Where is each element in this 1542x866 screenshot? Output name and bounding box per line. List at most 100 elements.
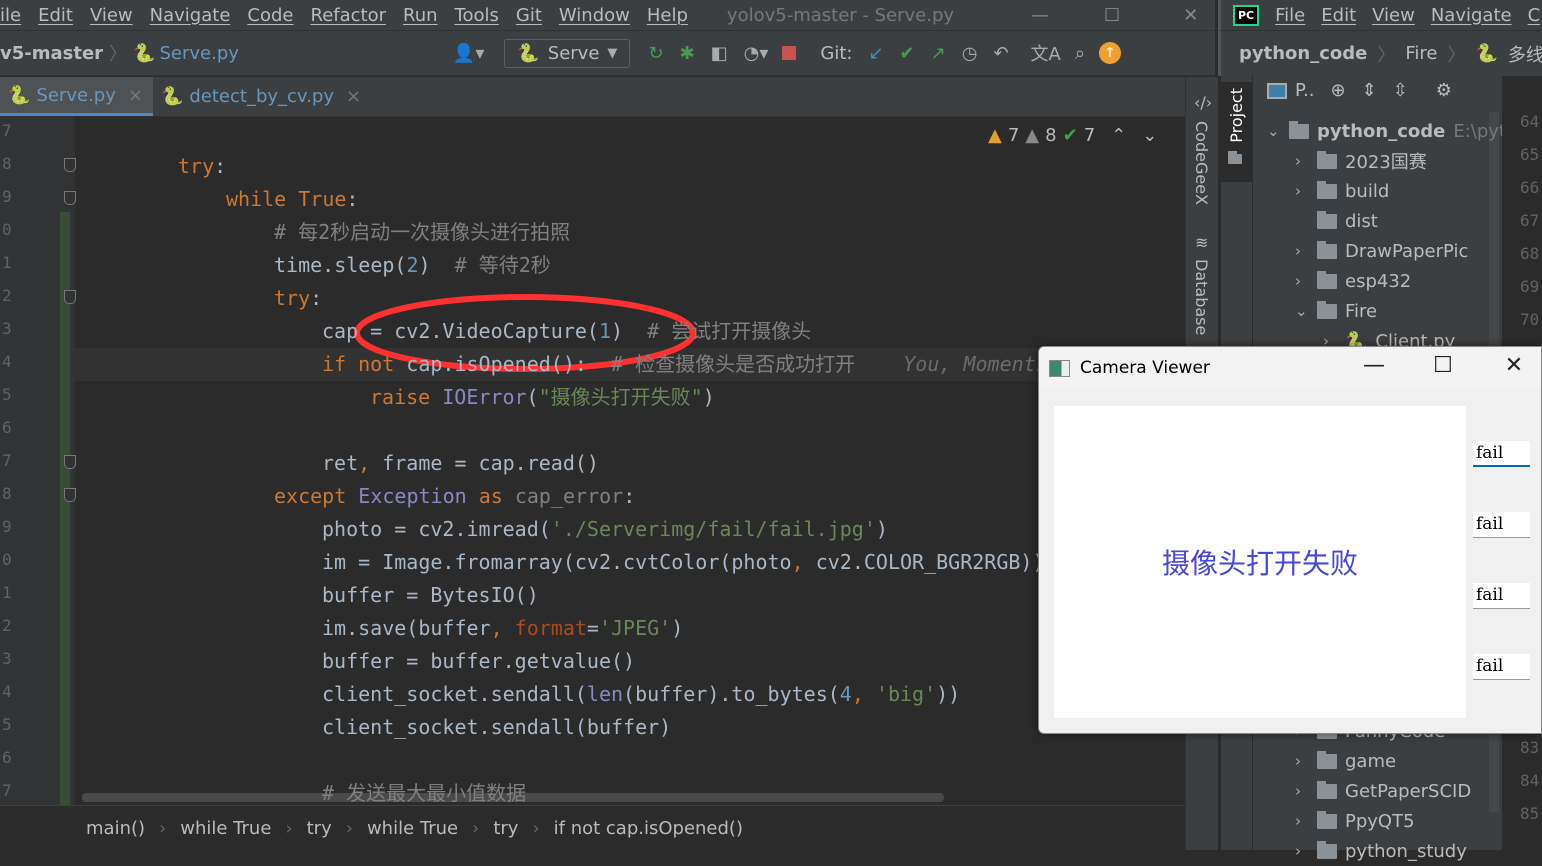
tree-item[interactable]: › build xyxy=(1295,176,1389,206)
rollback-icon[interactable]: ↶ xyxy=(993,43,1008,64)
breadcrumb-folder[interactable]: Fire xyxy=(1405,43,1437,64)
maximize-button[interactable]: ☐ xyxy=(1423,353,1463,383)
git-commit-icon[interactable]: ✔ xyxy=(900,43,915,64)
result-field-4[interactable]: fail xyxy=(1473,654,1530,680)
tab-Serve-py[interactable]: 🐍 Serve.py × xyxy=(0,77,153,116)
menu-item-edit[interactable]: Edit xyxy=(1321,5,1356,26)
app-icon xyxy=(1049,359,1070,377)
menu-item-git[interactable]: Git xyxy=(516,5,542,26)
menu-item-tools[interactable]: Tools xyxy=(455,5,499,26)
settings-icon[interactable]: ⚙ xyxy=(1436,80,1452,101)
tree-item[interactable]: ⌄ Fire xyxy=(1295,296,1377,326)
user-icon[interactable]: 👤▾ xyxy=(453,43,484,64)
close-button[interactable]: ✕ xyxy=(1494,353,1534,383)
close-tab-icon[interactable]: × xyxy=(346,86,361,107)
chevron-right-icon[interactable]: › xyxy=(1295,782,1309,800)
stop-icon[interactable] xyxy=(782,46,797,60)
chevron-down-icon[interactable]: ⌄ xyxy=(1267,122,1281,140)
menu-item-edit[interactable]: Edit xyxy=(38,5,73,26)
window-title-bar[interactable]: Camera Viewer xyxy=(1039,347,1541,389)
chevron-right-icon[interactable]: › xyxy=(1295,152,1309,170)
code-line: except Exception as cap_error: xyxy=(274,480,635,513)
next-highlight-icon[interactable]: ⌄ xyxy=(1142,125,1157,146)
result-field-2[interactable]: fail xyxy=(1473,512,1530,538)
menu-item-ile[interactable]: ile xyxy=(0,5,21,26)
breadcrumb-item[interactable]: try xyxy=(493,818,518,839)
inspection-widget[interactable]: ▲ 7 ▲ 8 ✔ 7 ⌃ ⌄ xyxy=(988,125,1157,146)
database-tool-button[interactable]: Database xyxy=(1192,259,1211,335)
breadcrumb-item[interactable]: main() xyxy=(86,818,145,839)
breadcrumb-file[interactable]: Serve.py xyxy=(159,43,238,64)
tree-item[interactable]: dist xyxy=(1295,206,1378,236)
database-icon[interactable]: ≋ xyxy=(1195,233,1208,252)
project-tool-button[interactable]: Project xyxy=(1227,88,1246,143)
coverage-icon[interactable]: ◧ xyxy=(711,43,728,64)
menu-item-window[interactable]: Window xyxy=(559,5,630,26)
tab-detect_by_cv-py[interactable]: 🐍 detect_by_cv.py × xyxy=(153,77,371,116)
breadcrumb-project[interactable]: v5-master xyxy=(0,43,103,64)
breadcrumb-item[interactable]: while True xyxy=(180,818,271,839)
history-icon[interactable]: ◷ xyxy=(962,43,978,64)
chevron-right-icon[interactable]: › xyxy=(1295,272,1309,290)
chevron-right-icon[interactable]: › xyxy=(1295,242,1309,260)
code-token: except xyxy=(274,484,359,508)
code-line: photo = cv2.imread('./Serverimg/fail/fai… xyxy=(322,513,888,546)
profile-icon[interactable]: ◔▾ xyxy=(744,43,769,64)
result-field-1[interactable]: fail xyxy=(1473,441,1530,467)
chevron-right-icon[interactable]: › xyxy=(1295,812,1309,830)
search-icon[interactable]: ⌕ xyxy=(1075,43,1085,64)
close-icon[interactable]: ✕ xyxy=(1183,5,1198,26)
code-token: 2 xyxy=(406,253,419,277)
menu-item-code[interactable]: Code xyxy=(247,5,293,26)
tree-item[interactable]: › 2023国赛 xyxy=(1295,146,1427,176)
rerun-icon[interactable]: ↻ xyxy=(648,43,663,64)
menu-item-refactor[interactable]: Refactor xyxy=(311,5,387,26)
menu-item-view[interactable]: View xyxy=(90,5,133,26)
collapse-all-icon[interactable]: ⇳ xyxy=(1393,80,1408,101)
code-token: , xyxy=(791,550,816,574)
translate-icon[interactable]: 文A xyxy=(1031,40,1061,66)
chevron-right-icon[interactable]: › xyxy=(1295,752,1309,770)
menu-item-run[interactable]: Run xyxy=(403,5,438,26)
breadcrumb-item[interactable]: try xyxy=(307,818,332,839)
menu-item-help[interactable]: Help xyxy=(647,5,688,26)
run-config-selector[interactable]: 🐍 Serve ▼ xyxy=(504,38,631,68)
line-number: 69 xyxy=(1520,277,1540,296)
view-selector[interactable]: P.. xyxy=(1295,80,1315,101)
tree-item[interactable]: › python_study xyxy=(1295,836,1467,866)
git-push-icon[interactable]: ↗ xyxy=(931,43,946,64)
expand-all-icon[interactable]: ⇕ xyxy=(1362,80,1377,101)
codegeex-icon[interactable]: ‹/› xyxy=(1194,93,1212,112)
tree-item[interactable]: › PpyQT5 xyxy=(1295,806,1415,836)
tree-item[interactable]: ⌄ python_code E:\pyth xyxy=(1267,116,1517,146)
breadcrumb-item[interactable]: while True xyxy=(367,818,458,839)
chevron-right-icon[interactable]: › xyxy=(1295,842,1309,860)
minimize-icon[interactable]: — xyxy=(1031,5,1049,26)
chevron-down-icon[interactable]: ⌄ xyxy=(1295,302,1309,320)
tree-item[interactable]: › esp432 xyxy=(1295,266,1411,296)
code-editor[interactable]: ▲ 7 ▲ 8 ✔ 7 ⌃ ⌄ try: while True: # 每2秒启动一次摄像头… xyxy=(0,117,1185,805)
update-icon[interactable]: ↑ xyxy=(1098,42,1121,64)
menu-item-navigate[interactable]: Navigate xyxy=(1431,5,1512,26)
locate-icon[interactable]: ⊕ xyxy=(1331,80,1346,101)
minimize-button[interactable]: — xyxy=(1354,353,1394,383)
breadcrumb-file[interactable]: 多线程Tes xyxy=(1508,41,1542,67)
close-tab-icon[interactable]: × xyxy=(128,85,143,106)
folder-icon xyxy=(1317,810,1337,829)
result-field-3[interactable]: fail xyxy=(1473,583,1530,609)
tree-item[interactable]: › GetPaperSCID xyxy=(1295,776,1471,806)
tree-item[interactable]: › game xyxy=(1295,746,1396,776)
codegeex-tool-button[interactable]: CodeGeeX xyxy=(1192,121,1211,205)
git-update-icon[interactable]: ↙ xyxy=(868,43,883,64)
menu-item-view[interactable]: View xyxy=(1372,5,1415,26)
menu-item-c[interactable]: C xyxy=(1528,5,1541,26)
debug-icon[interactable]: ✱ xyxy=(680,43,695,64)
chevron-right-icon[interactable]: › xyxy=(1295,182,1309,200)
breadcrumb-project[interactable]: python_code xyxy=(1239,43,1367,64)
menu-item-file[interactable]: File xyxy=(1275,5,1305,26)
maximize-icon[interactable]: ☐ xyxy=(1104,5,1120,26)
menu-item-navigate[interactable]: Navigate xyxy=(150,5,231,26)
breadcrumb-item[interactable]: if not cap.isOpened() xyxy=(554,818,743,839)
tree-item[interactable]: › DrawPaperPic xyxy=(1295,236,1468,266)
previous-highlight-icon[interactable]: ⌃ xyxy=(1111,125,1126,146)
